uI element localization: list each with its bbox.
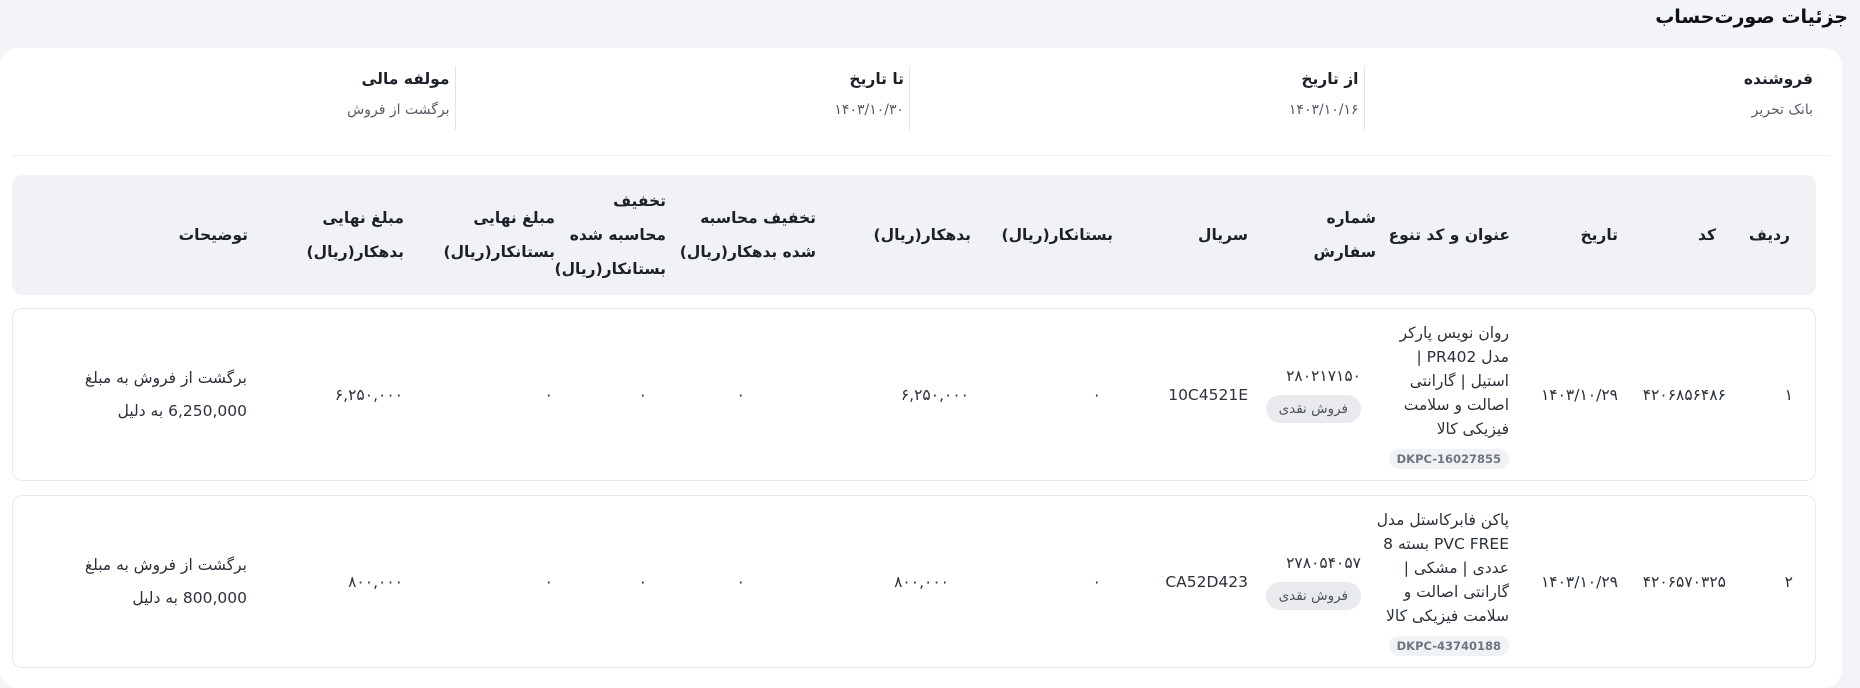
cell-order-number: ۲۸۰۲۱۷۱۵۰ فروش نقدی <box>1265 309 1361 480</box>
page-title: جزئیات صورت‌حساب <box>1655 6 1848 28</box>
cell-discount-debtor: ۰ <box>736 385 745 404</box>
sku-tag: DKPC-43740188 <box>1388 635 1509 656</box>
cell-date: ۱۴۰۳/۱۰/۲۹ <box>1540 572 1618 591</box>
summary-seller: فروشنده بانک تحریر <box>1363 66 1819 130</box>
product-title: پاکن فابرکاستل مدل PVC FREE بسته 8 عددی … <box>1376 510 1509 625</box>
cell-code: ۴۲۰۶۸۵۶۴۸۶ <box>1642 385 1726 404</box>
cell-discount-debtor: ۰ <box>736 572 745 591</box>
summary-label: مولفه مالی <box>361 70 450 88</box>
column-header-code: کد <box>1698 226 1716 244</box>
cell-discount-creditor: ۰ <box>638 572 647 591</box>
cell-discount-creditor: ۰ <box>638 385 647 404</box>
column-header-title: عنوان و کد تنوع <box>1388 226 1510 244</box>
cell-date: ۱۴۰۳/۱۰/۲۹ <box>1540 385 1618 404</box>
summary-value: برگشت از فروش <box>347 102 450 118</box>
summary-value: ۱۴۰۳/۱۰/۱۶ <box>1288 102 1359 118</box>
column-header-debtor: بدهکار(ریال) <box>873 226 971 244</box>
cell-row-number: ۲ <box>1784 572 1793 591</box>
table-row[interactable]: ۲ ۴۲۰۶۵۷۰۳۲۵ ۱۴۰۳/۱۰/۲۹ پاکن فابرکاستل م… <box>12 495 1816 668</box>
invoice-summary: فروشنده بانک تحریر از تاریخ ۱۴۰۳/۱۰/۱۶ ت… <box>0 66 1818 130</box>
summary-financial-component: مولفه مالی برگشت از فروش <box>0 66 455 130</box>
cell-serial: CA52D423 <box>1165 572 1248 591</box>
cell-description: برگشت از فروش به مبلغ 800,000 به دلیل <box>84 555 247 607</box>
summary-from-date: از تاریخ ۱۴۰۳/۱۰/۱۶ <box>909 66 1364 130</box>
column-header-final-debtor: مبلغ نهایی بدهکار(ریال) <box>306 209 404 261</box>
cell-debtor: ۶,۲۵۰,۰۰۰ <box>900 385 969 404</box>
column-header-discount-debtor: تخفیف محاسبه شده بدهکار(ریال) <box>679 209 816 261</box>
order-number: ۲۷۸۰۵۴۰۵۷ <box>1286 553 1361 572</box>
payment-type-badge: فروش نقدی <box>1265 581 1361 610</box>
cell-serial: 10C4521E <box>1168 385 1248 404</box>
column-header-description: توضیحات <box>178 226 248 244</box>
column-header-order-number: شماره سفارش <box>1313 209 1376 261</box>
summary-label: تا تاریخ <box>849 70 904 88</box>
cell-order-number: ۲۷۸۰۵۴۰۵۷ فروش نقدی <box>1265 496 1361 667</box>
cell-creditor: ۰ <box>1092 385 1101 404</box>
cell-final-debtor: ۶,۲۵۰,۰۰۰ <box>334 385 403 404</box>
summary-label: فروشنده <box>1743 70 1813 88</box>
summary-value: ۱۴۰۳/۱۰/۳۰ <box>834 102 904 118</box>
summary-value: بانک تحریر <box>1751 102 1813 118</box>
sku-tag: DKPC-16027855 <box>1388 448 1509 469</box>
divider <box>12 155 1830 156</box>
invoice-details-card: فروشنده بانک تحریر از تاریخ ۱۴۰۳/۱۰/۱۶ ت… <box>0 48 1842 688</box>
cell-final-creditor: ۰ <box>544 572 553 591</box>
summary-to-date: تا تاریخ ۱۴۰۳/۱۰/۳۰ <box>454 66 910 130</box>
payment-type-badge: فروش نقدی <box>1265 394 1361 423</box>
column-header-discount-creditor: تخفیف محاسبه شده بستانکار(ریال) <box>554 192 667 278</box>
table-row[interactable]: ۱ ۴۲۰۶۸۵۶۴۸۶ ۱۴۰۳/۱۰/۲۹ روان نویس پارکر … <box>12 308 1816 481</box>
cell-debtor: ۸۰۰,۰۰۰ <box>894 572 949 591</box>
table-header: ردیف کد تاریخ عنوان و کد تنوع شماره سفارش… <box>12 175 1816 295</box>
column-header-date: تاریخ <box>1580 226 1618 244</box>
cell-creditor: ۰ <box>1092 572 1101 591</box>
column-header-row: ردیف <box>1748 226 1790 244</box>
cell-title: روان نویس پارکر مدل PR402 | استیل | گارا… <box>1369 309 1509 480</box>
summary-label: از تاریخ <box>1301 70 1359 88</box>
cell-final-debtor: ۸۰۰,۰۰۰ <box>348 572 403 591</box>
cell-row-number: ۱ <box>1784 385 1793 404</box>
order-number: ۲۸۰۲۱۷۱۵۰ <box>1286 366 1361 385</box>
cell-code: ۴۲۰۶۵۷۰۳۲۵ <box>1642 572 1726 591</box>
cell-final-creditor: ۰ <box>544 385 553 404</box>
cell-title: پاکن فابرکاستل مدل PVC FREE بسته 8 عددی … <box>1369 496 1509 667</box>
cell-description: برگشت از فروش به مبلغ 6,250,000 به دلیل <box>84 368 247 420</box>
column-header-serial: سریال <box>1198 226 1248 244</box>
column-header-creditor: بستانکار(ریال) <box>1001 226 1114 244</box>
column-header-final-creditor: مبلغ نهایی بستانکار(ریال) <box>443 209 556 261</box>
product-title: روان نویس پارکر مدل PR402 | استیل | گارا… <box>1399 323 1509 438</box>
